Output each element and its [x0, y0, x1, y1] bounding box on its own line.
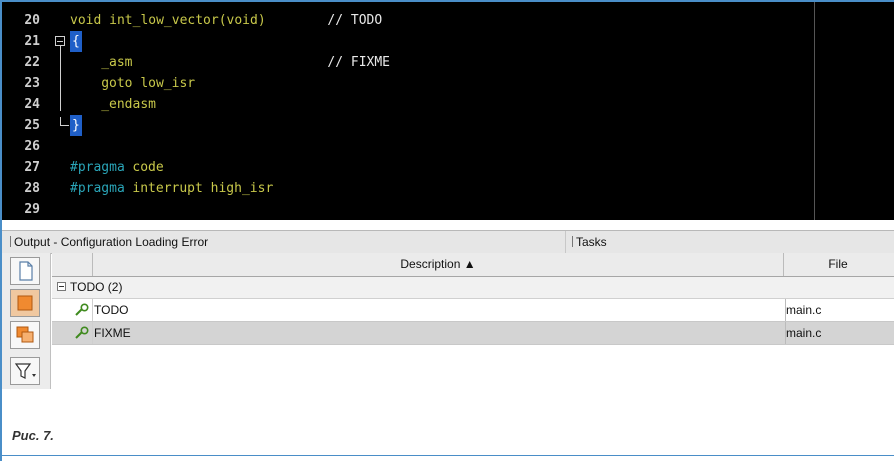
tasks-toolbar [2, 253, 51, 389]
code-token: _asm [101, 55, 133, 70]
code-line[interactable]: 23 goto low_isr [2, 73, 814, 94]
tab-output[interactable]: Output - Configuration Loading Error [4, 231, 560, 253]
table-row[interactable]: TODO main.c [52, 299, 894, 322]
line-number: 20 [24, 13, 40, 28]
collapse-icon[interactable] [57, 282, 66, 291]
code-line[interactable]: 22 _asm // FIXME [2, 52, 814, 73]
stacked-boxes-icon-graphic [16, 326, 34, 343]
document-icon-graphic [19, 261, 33, 281]
code-line[interactable]: 29 [2, 199, 814, 220]
task-file: main.c [785, 322, 821, 344]
task-description: FIXME [94, 326, 131, 340]
fold-guide [60, 46, 61, 111]
column-header-description[interactable]: Description ▲ [92, 253, 784, 276]
table-row[interactable]: FIXME main.c [52, 322, 894, 345]
task-icon [75, 303, 89, 316]
line-number: 27 [24, 160, 40, 175]
line-number: 23 [24, 76, 40, 91]
code-line[interactable]: 21 { [2, 31, 814, 52]
code-token: #pragma [70, 181, 125, 196]
stacked-boxes-icon[interactable] [10, 321, 40, 349]
line-number: 29 [24, 202, 40, 217]
matched-brace: } [70, 115, 82, 136]
line-number: 24 [24, 97, 40, 112]
task-icon [75, 326, 89, 339]
line-number: 25 [24, 118, 40, 133]
line-number: 26 [24, 139, 40, 154]
code-token: code [132, 160, 164, 175]
document-icon[interactable] [10, 257, 40, 285]
code-line[interactable]: 26 [2, 136, 814, 157]
task-description: TODO [94, 303, 129, 317]
cell-divider [92, 322, 93, 344]
code-line[interactable]: 28 #pragma interrupt high_isr [2, 178, 814, 199]
code-token: #pragma [70, 160, 125, 175]
task-file: main.c [785, 299, 821, 321]
code-line[interactable]: 25} [2, 115, 814, 136]
table-header: Description ▲ File [52, 253, 894, 277]
line-number: 22 [24, 55, 40, 70]
column-header-file[interactable]: File [783, 253, 893, 276]
orange-box-icon-graphic [17, 295, 33, 311]
code-token: void int_low_vector(void) [70, 13, 266, 28]
fold-collapse-icon[interactable] [55, 36, 65, 46]
code-token: goto low_isr [101, 76, 196, 91]
code-line[interactable]: 20 void int_low_vector(void) // TODO [2, 10, 814, 31]
code-line[interactable]: 27 #pragma code [2, 157, 814, 178]
line-number: 21 [24, 34, 40, 49]
filter-icon[interactable] [10, 357, 40, 385]
code-line[interactable]: 24 _endasm [2, 94, 814, 115]
tab-bar: Output - Configuration Loading Error Tas… [2, 230, 894, 254]
cell-divider [92, 299, 93, 321]
orange-box-icon[interactable] [10, 289, 40, 317]
group-label: TODO (2) [70, 280, 123, 294]
tab-tasks-label: Tasks [576, 235, 607, 249]
tab-marker-icon [10, 236, 11, 247]
code-token: interrupt high_isr [132, 181, 274, 196]
code-editor[interactable]: 20 void int_low_vector(void) // TODO 21 {22 _… [2, 2, 894, 220]
right-margin-line [814, 2, 815, 220]
tab-output-label: Output - Configuration Loading Error [14, 235, 209, 249]
tasks-table: Description ▲ File TODO (2) TODO main.c … [52, 253, 894, 349]
code-token: // TODO [327, 13, 383, 28]
bottom-divider [0, 455, 894, 456]
line-number: 28 [24, 181, 40, 196]
tab-marker-icon [572, 236, 573, 247]
group-row[interactable]: TODO (2) [52, 277, 894, 299]
figure-caption: Рис. 7. [12, 428, 54, 443]
tab-tasks[interactable]: Tasks [565, 231, 894, 253]
fold-end-marker [60, 117, 69, 126]
matched-brace: { [70, 31, 82, 52]
filter-icon-graphic [14, 363, 36, 379]
code-token: _endasm [101, 97, 156, 112]
code-token: // FIXME [327, 55, 391, 70]
